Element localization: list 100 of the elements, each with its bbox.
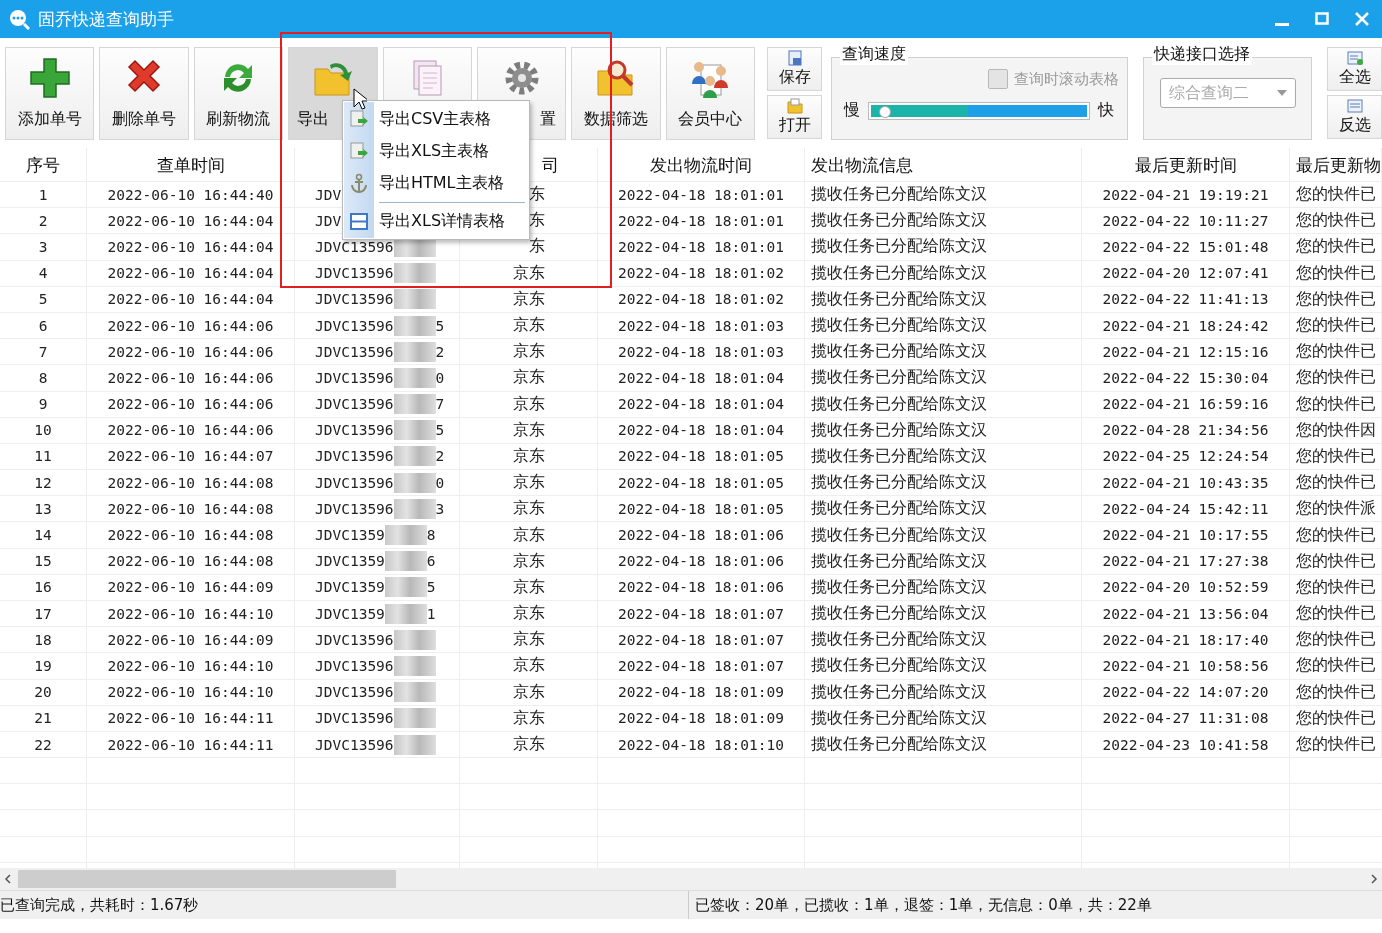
scroll-right-icon[interactable] bbox=[1370, 874, 1378, 885]
redaction-block bbox=[384, 577, 427, 598]
row-number: 11 bbox=[34, 448, 52, 465]
slider-label: 快 bbox=[1098, 100, 1114, 121]
redaction-block bbox=[393, 629, 436, 650]
toolbar-button[interactable]: 刷新物流 bbox=[193, 47, 284, 140]
tracking-number: JDVC13596 bbox=[315, 343, 394, 360]
tracking-number: JDVC13596 bbox=[315, 317, 394, 334]
update-time-cell: 2022-04-23 10:41:58 bbox=[1102, 736, 1269, 753]
update-info-cell: 您的快件因 bbox=[1296, 419, 1376, 441]
window-title: 固乔快递查询助手 bbox=[38, 7, 175, 31]
ship-time-cell: 2022-04-18 18:01:01 bbox=[618, 238, 784, 255]
toolbar-button[interactable]: 删除单号 bbox=[99, 47, 189, 140]
select-all-icon bbox=[1346, 50, 1363, 66]
toolbar-button[interactable]: 添加单号 bbox=[5, 47, 95, 140]
file-button[interactable]: 保存 bbox=[767, 47, 822, 91]
column-header[interactable]: 最后更新物 bbox=[1296, 154, 1381, 177]
column-header[interactable]: 发出物流时间 bbox=[650, 154, 752, 177]
select-button[interactable]: 全选 bbox=[1327, 47, 1382, 91]
update-time-cell: 2022-04-21 13:56:04 bbox=[1102, 605, 1269, 622]
carrier-cell: 京东 bbox=[512, 419, 545, 441]
tracking-number: JDVC1359 bbox=[315, 553, 385, 570]
update-time-cell: 2022-04-21 10:58:56 bbox=[1102, 657, 1269, 674]
update-info-cell: 您的快件已 bbox=[1296, 472, 1376, 494]
update-time-cell: 2022-04-21 18:17:40 bbox=[1102, 631, 1269, 648]
tracking-number: JDVC13596 bbox=[315, 265, 394, 282]
ship-time-cell: 2022-04-18 18:01:02 bbox=[618, 265, 784, 282]
query-time-cell: 2022-06-10 16:44:10 bbox=[107, 605, 274, 622]
column-header[interactable]: 司 bbox=[542, 154, 559, 177]
file-button[interactable]: 打开 bbox=[767, 95, 822, 139]
update-time-cell: 2022-04-20 12:07:41 bbox=[1102, 265, 1269, 282]
redaction-block bbox=[393, 341, 436, 362]
redaction-block bbox=[384, 525, 427, 546]
carrier-cell: 京东 bbox=[512, 445, 545, 467]
tracking-number-tail: 8 bbox=[426, 527, 436, 544]
redaction-block bbox=[393, 446, 436, 467]
update-time-cell: 2022-04-20 10:52:59 bbox=[1102, 579, 1269, 596]
carrier-cell: 东 bbox=[529, 210, 545, 232]
row-number: 19 bbox=[34, 657, 52, 674]
invert-select-icon bbox=[1346, 98, 1363, 114]
update-time-cell: 2022-04-22 14:07:20 bbox=[1102, 684, 1269, 701]
tracking-number: JDVC13596 bbox=[315, 736, 394, 753]
query-time-cell: 2022-06-10 16:44:40 bbox=[107, 186, 274, 203]
update-time-cell: 2022-04-22 15:01:48 bbox=[1102, 238, 1269, 255]
column-header[interactable]: 序号 bbox=[26, 154, 60, 177]
carrier-cell: 京东 bbox=[512, 734, 545, 756]
update-info-cell: 您的快件已 bbox=[1296, 550, 1376, 572]
query-time-cell: 2022-06-10 16:44:08 bbox=[107, 553, 274, 570]
toolbar-button[interactable]: 会员中心 bbox=[665, 47, 755, 140]
query-time-cell: 2022-06-10 16:44:11 bbox=[107, 710, 274, 727]
row-number: 15 bbox=[34, 553, 52, 570]
redaction-block bbox=[384, 603, 427, 624]
menu-item[interactable]: 导出XLS详情表格 bbox=[343, 205, 529, 237]
query-time-cell: 2022-06-10 16:44:09 bbox=[107, 631, 274, 648]
carrier-cell: 京东 bbox=[512, 288, 545, 310]
ship-info-cell: 揽收任务已分配给陈文汉 bbox=[811, 236, 987, 258]
update-info-cell: 您的快件已 bbox=[1296, 603, 1376, 625]
column-header[interactable]: 查单时间 bbox=[156, 154, 225, 177]
select-button[interactable]: 反选 bbox=[1327, 95, 1382, 139]
ship-info-cell: 揽收任务已分配给陈文汉 bbox=[811, 262, 987, 284]
carrier-cell: 京东 bbox=[512, 707, 545, 729]
row-number: 3 bbox=[38, 238, 48, 255]
tracking-number: JDVC13596 bbox=[315, 684, 394, 701]
row-number: 17 bbox=[34, 605, 52, 622]
column-header[interactable]: 最后更新时间 bbox=[1134, 154, 1237, 177]
column-header[interactable]: 发出物流信息 bbox=[811, 154, 913, 177]
tracking-number: JDVC13596 bbox=[315, 500, 394, 517]
row-number: 8 bbox=[38, 369, 48, 386]
query-time-cell: 2022-06-10 16:44:06 bbox=[107, 369, 274, 386]
update-time-cell: 2022-04-24 15:42:11 bbox=[1102, 500, 1269, 517]
speed-slider[interactable] bbox=[868, 101, 1090, 120]
row-number: 9 bbox=[38, 396, 48, 413]
row-number: 22 bbox=[34, 736, 52, 753]
row-number: 14 bbox=[34, 527, 52, 544]
row-number: 20 bbox=[34, 684, 52, 701]
row-number: 18 bbox=[34, 631, 52, 648]
redaction-block bbox=[393, 472, 436, 493]
ship-time-cell: 2022-04-18 18:01:03 bbox=[618, 317, 784, 334]
tracking-number: JDVC13596 bbox=[315, 291, 394, 308]
ship-time-cell: 2022-04-18 18:01:01 bbox=[618, 212, 784, 229]
tracking-number: JDVC13596 bbox=[315, 631, 394, 648]
update-time-cell: 2022-04-21 17:27:38 bbox=[1102, 553, 1269, 570]
scrollbar-thumb[interactable] bbox=[18, 870, 396, 889]
query-time-cell: 2022-06-10 16:44:04 bbox=[107, 265, 274, 282]
status-text: 已查询完成，共耗时：1.67秒 bbox=[0, 894, 200, 916]
row-number: 6 bbox=[38, 317, 48, 334]
carrier-cell: 京东 bbox=[512, 367, 545, 389]
tracking-number-tail: 0 bbox=[435, 474, 445, 491]
update-time-cell: 2022-04-21 10:17:55 bbox=[1102, 527, 1269, 544]
checkbox-label: 查询时滚动表格 bbox=[1014, 69, 1119, 89]
carrier-cell: 京东 bbox=[512, 472, 545, 494]
scroll-left-icon[interactable] bbox=[4, 874, 12, 885]
ship-info-cell: 揽收任务已分配给陈文汉 bbox=[811, 603, 987, 625]
update-time-cell: 2022-04-22 10:11:27 bbox=[1102, 212, 1269, 229]
ship-info-cell: 揽收任务已分配给陈文汉 bbox=[811, 524, 987, 546]
status-summary: 已签收：20单，已揽收：1单，退签：1单，无信息：0单，共：22单 bbox=[688, 891, 1382, 920]
row-number: 2 bbox=[38, 212, 48, 229]
update-info-cell: 您的快件已 bbox=[1296, 576, 1376, 598]
update-info-cell: 您的快件已 bbox=[1296, 707, 1376, 729]
ship-info-cell: 揽收任务已分配给陈文汉 bbox=[811, 341, 987, 363]
